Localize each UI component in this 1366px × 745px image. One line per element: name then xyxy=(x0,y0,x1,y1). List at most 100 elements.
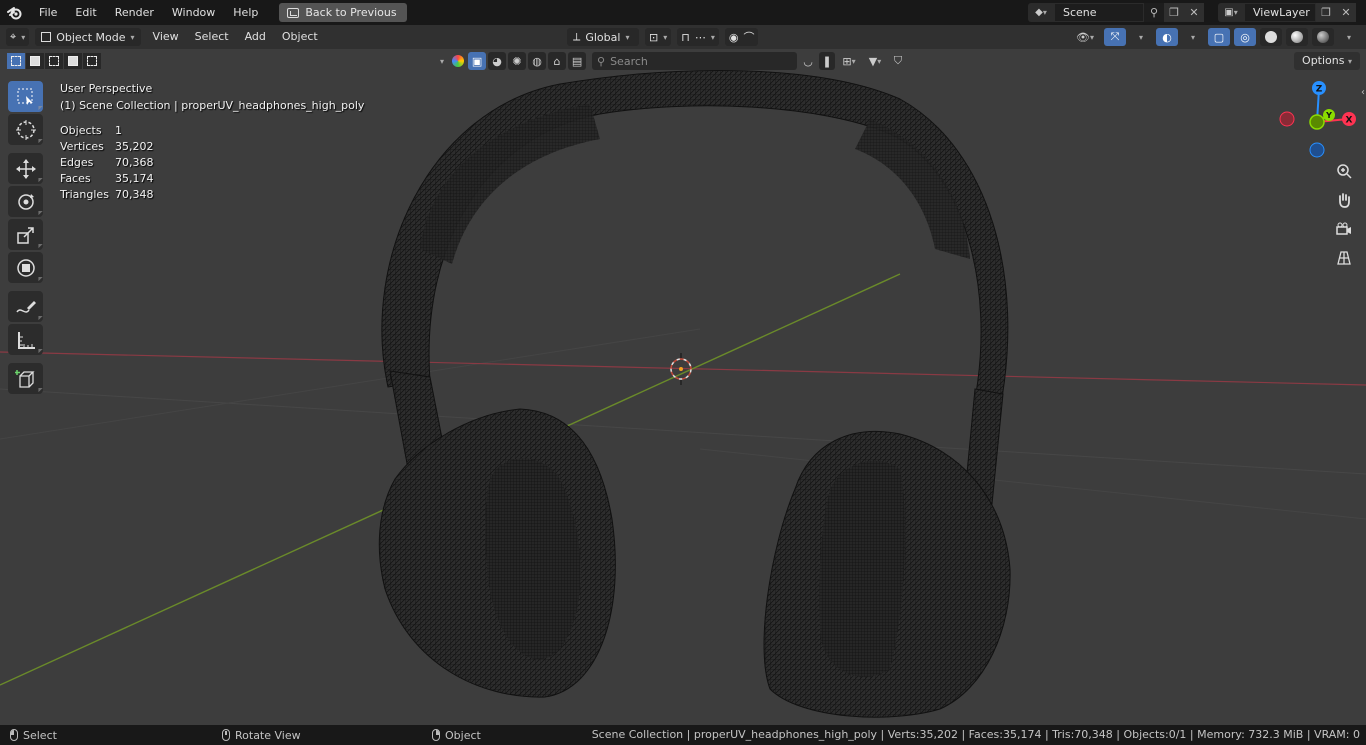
gizmo-options-icon[interactable]: ▾ xyxy=(1130,28,1152,46)
search-input[interactable]: ⚲ Search xyxy=(592,52,798,70)
shading-wireframe-icon[interactable]: ◎ xyxy=(1234,28,1256,46)
xray-toggle-icon[interactable]: ▢ xyxy=(1208,28,1230,46)
delete-scene-icon[interactable]: ✕ xyxy=(1184,3,1204,22)
hand-icon[interactable] xyxy=(1332,188,1356,212)
selection-mode-group xyxy=(7,53,101,69)
status-rotate-hint: Rotate View xyxy=(222,725,301,745)
select-intersect-icon[interactable] xyxy=(83,53,101,69)
stat-label: Objects xyxy=(60,124,102,137)
measure-icon xyxy=(17,331,35,349)
layout-icon[interactable]: ⊞ ▾ xyxy=(837,52,861,70)
proportional-edit-dropdown[interactable]: ◉ ⌒ xyxy=(724,28,759,46)
gizmo-neg-y xyxy=(1309,114,1325,130)
zoom-icon[interactable] xyxy=(1332,159,1356,183)
menu-view[interactable]: View xyxy=(145,25,187,49)
select-new-icon[interactable] xyxy=(7,53,25,69)
transform-orientation-dropdown[interactable]: ⟂ Global ▾ xyxy=(567,28,639,46)
annotate-tool[interactable] xyxy=(8,291,43,322)
filter-sphere-icon[interactable]: ◕ xyxy=(488,52,507,70)
snap-icon: ⊓ xyxy=(681,30,690,44)
camera-icon[interactable] xyxy=(1332,217,1356,241)
add-cube-tool[interactable] xyxy=(8,363,43,394)
editor-type-dropdown[interactable]: ⌖ ▾ xyxy=(6,28,30,46)
menu-add[interactable]: Add xyxy=(237,25,274,49)
back-to-previous-button[interactable]: Back to Previous xyxy=(279,3,407,22)
menu-render[interactable]: Render xyxy=(106,0,163,25)
stats-row-faces: Faces 35,174 xyxy=(60,171,154,187)
transform-icon xyxy=(16,258,35,277)
color-picker-icon[interactable] xyxy=(450,52,466,70)
stats-row-triangles: Triangles 70,348 xyxy=(60,187,154,203)
select-box-tool[interactable] xyxy=(8,81,43,112)
stats-row-objects: Objects 1 xyxy=(60,123,154,139)
gizmo-z-label: Z xyxy=(1316,85,1323,95)
scene-browse-icon[interactable]: ◆ ▾ xyxy=(1028,3,1054,22)
sidebar-toggle-icon[interactable]: ‹ xyxy=(1361,87,1365,98)
pin-icon[interactable]: ⚲ xyxy=(1144,3,1164,22)
filter-object-icon[interactable]: ▣ xyxy=(468,52,487,70)
orientation-label: Global xyxy=(585,30,621,44)
proportional-edit-icon: ◉ xyxy=(728,30,739,44)
menu-window[interactable]: Window xyxy=(163,0,224,25)
grid-icon[interactable] xyxy=(1332,246,1356,270)
collection-line: (1) Scene Collection | properUV_headphon… xyxy=(60,99,365,112)
filter-world-icon[interactable]: ◍ xyxy=(528,52,547,70)
filter-scene-icon[interactable]: ⌂ xyxy=(548,52,567,70)
move-tool[interactable] xyxy=(8,153,43,184)
rotate-icon xyxy=(17,193,34,210)
annotate-icon xyxy=(15,300,36,313)
mode-dropdown[interactable]: Object Mode ▾ xyxy=(35,28,141,46)
transform-tool[interactable] xyxy=(8,252,43,283)
select-extend-icon[interactable] xyxy=(26,53,44,69)
3d-viewport[interactable]: ▾ ▣ ◕ ✺ ◍ ⌂ ▤ ⚲ Search ◡ ❚ ⊞ ▾ ▼ ▾ ⛉ Optio… xyxy=(0,49,1366,725)
move-icon xyxy=(15,158,36,179)
menu-edit[interactable]: Edit xyxy=(66,0,105,25)
select-box-icon xyxy=(17,88,33,105)
filter-stack-icon[interactable]: ▤ xyxy=(568,52,587,70)
rotate-tool[interactable] xyxy=(8,186,43,217)
options-button[interactable]: Options ▾ xyxy=(1294,52,1360,70)
stat-label: Edges xyxy=(60,156,94,169)
shading-rendered-icon[interactable] xyxy=(1312,28,1334,46)
viewlayer-browse-icon[interactable]: ▣ ▾ xyxy=(1218,3,1244,22)
x-axis-line xyxy=(0,351,1366,386)
filter-toggle-icon[interactable]: ◡ xyxy=(799,52,817,70)
select-invert-icon[interactable] xyxy=(64,53,82,69)
bookmark-icon[interactable]: ❚ xyxy=(819,52,836,70)
select-subtract-icon[interactable] xyxy=(45,53,63,69)
visibility-icon[interactable]: 👁 ▾ xyxy=(1070,28,1100,46)
blender-logo-icon[interactable] xyxy=(0,0,30,25)
delete-viewlayer-icon[interactable]: ✕ xyxy=(1336,3,1356,22)
status-rotate-label: Rotate View xyxy=(235,728,301,742)
shield-icon[interactable]: ⛉ xyxy=(889,52,907,70)
scale-icon xyxy=(16,226,34,244)
orientation-icon: ⟂ xyxy=(573,30,581,43)
navigation-gizmo[interactable]: Z X Y xyxy=(1276,79,1366,169)
funnel-icon[interactable]: ▼ ▾ xyxy=(863,52,887,70)
new-viewlayer-icon[interactable]: ❐ xyxy=(1316,3,1336,22)
viewlayer-name-field[interactable]: ViewLayer xyxy=(1244,3,1316,22)
shading-options-icon[interactable]: ▾ xyxy=(1338,28,1360,46)
snap-dropdown[interactable]: ⊓ ⋯ ▾ xyxy=(677,28,719,46)
pivot-point-dropdown[interactable]: ⊡ ▾ xyxy=(645,28,672,46)
new-scene-icon[interactable]: ❐ xyxy=(1164,3,1184,22)
measure-tool[interactable] xyxy=(8,324,43,355)
gizmo-toggle-icon[interactable]: ⤧ xyxy=(1104,28,1126,46)
stat-label: Triangles xyxy=(60,188,109,201)
filter-light-icon[interactable]: ✺ xyxy=(508,52,527,70)
overlays-toggle-icon[interactable]: ◐ xyxy=(1156,28,1178,46)
chevron-down-icon[interactable]: ▾ xyxy=(440,57,444,66)
scale-tool[interactable] xyxy=(8,219,43,250)
menu-file[interactable]: File xyxy=(30,0,66,25)
shading-material-icon[interactable] xyxy=(1286,28,1308,46)
shading-solid-icon[interactable] xyxy=(1260,28,1282,46)
chevron-down-icon: ▾ xyxy=(710,32,715,42)
menu-select[interactable]: Select xyxy=(187,25,237,49)
menu-object[interactable]: Object xyxy=(274,25,326,49)
stats-row-edges: Edges 70,368 xyxy=(60,155,154,171)
mouse-right-icon xyxy=(432,729,440,741)
cursor-tool[interactable] xyxy=(8,114,43,145)
scene-name-field[interactable]: Scene xyxy=(1054,3,1144,22)
menu-help[interactable]: Help xyxy=(224,0,267,25)
overlays-options-icon[interactable]: ▾ xyxy=(1182,28,1204,46)
